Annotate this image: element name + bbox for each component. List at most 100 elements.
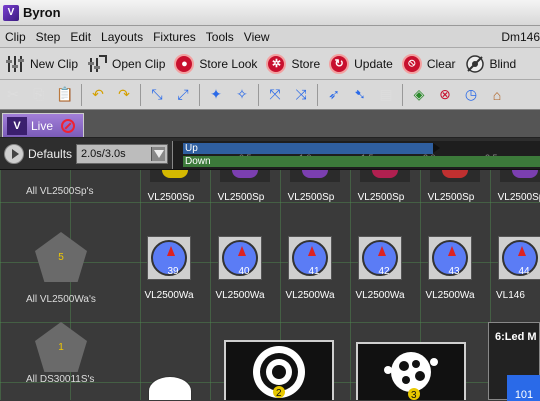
update-button[interactable]: ↻ Update	[324, 49, 397, 79]
led-value-box[interactable]: 101	[507, 375, 540, 401]
window-title: Byron	[23, 5, 61, 20]
tab-bar: V Live	[0, 110, 540, 138]
blind-button[interactable]: Blind	[460, 49, 521, 79]
next-fixture-icon[interactable]: ➶	[323, 84, 345, 106]
wash-fixture[interactable]: 39	[147, 236, 191, 280]
spot-fixture-label: VL2500Sp	[497, 192, 540, 203]
gobo-number: 2	[276, 388, 282, 399]
open-clip-button[interactable]: Open Clip	[82, 49, 169, 79]
spot-fixture[interactable]	[430, 170, 480, 182]
menubar-right-label: Dm146	[501, 29, 540, 44]
led-value: 101	[514, 389, 534, 401]
timer-icon[interactable]: ◷	[460, 84, 482, 106]
wash-fixture-label: VL2500Wa	[285, 290, 335, 301]
highlight-icon[interactable]: ◈	[408, 84, 430, 106]
group-label: All VL2500Wa's	[26, 294, 96, 305]
copy-icon[interactable]: ⎘	[28, 84, 50, 106]
update-label: Update	[354, 56, 393, 71]
clear-icon: ⦸	[401, 53, 423, 75]
fixture-layout-grid[interactable]: All VL2500Sp's VL2500Sp VL2500Sp VL2500S…	[0, 170, 540, 400]
spot-fixture[interactable]	[360, 170, 410, 182]
menu-clip[interactable]: Clip	[0, 30, 31, 44]
spot-fixture[interactable]	[290, 170, 340, 182]
toolbar-separator	[199, 83, 200, 106]
select-invert-icon[interactable]: ⤨	[290, 84, 312, 106]
menu-layouts[interactable]: Layouts	[96, 30, 148, 44]
byron-app-icon: V	[3, 4, 19, 21]
undo-icon[interactable]: ↶	[87, 84, 109, 106]
track-up[interactable]: Up	[183, 143, 440, 154]
edit-toolbar: ✂ ⎘ 📋 ↶ ↷ ⤡ ⤢ ✦ ✧ ⤧ ⤨ ➶ ➷ ▤ ◈ ⊗ ◷ ⌂	[0, 80, 540, 110]
blind-icon	[464, 53, 486, 75]
paste-icon[interactable]: 📋	[54, 84, 76, 106]
led-panel-title: 6:Led M	[495, 331, 537, 343]
group-label: All DS30011S's	[26, 374, 95, 385]
store-button[interactable]: ✲ Store	[261, 49, 324, 79]
menu-fixtures[interactable]: Fixtures	[148, 30, 201, 44]
fade-time-select[interactable]: 2.0s/3.0s	[76, 144, 168, 164]
menu-edit[interactable]: Edit	[65, 30, 96, 44]
wash-fixture[interactable]: 42	[358, 236, 402, 280]
group-number: 1	[58, 341, 64, 353]
chevron-down-icon[interactable]	[151, 147, 165, 161]
clear-label: Clear	[426, 56, 456, 71]
wash-fixture-label: VL146	[496, 290, 525, 301]
new-clip-icon	[4, 53, 26, 75]
spot-fixture[interactable]	[220, 170, 270, 182]
spot-fixture[interactable]	[500, 170, 540, 182]
toolbar-separator	[258, 83, 259, 106]
open-clip-icon	[86, 53, 108, 75]
prev-fixture-icon[interactable]: ➷	[349, 84, 371, 106]
wash-fixture-label: VL2500Wa	[144, 290, 194, 301]
fixture-number: 41	[308, 266, 320, 277]
clear-button[interactable]: ⦸ Clear	[397, 49, 460, 79]
close-tab-icon[interactable]	[61, 118, 76, 133]
wash-fixture[interactable]: 41	[288, 236, 332, 280]
toolbar-separator	[140, 83, 141, 106]
gobo-pattern-icon: 3	[384, 352, 438, 400]
led-panel[interactable]: 6:Led M 101	[488, 322, 540, 401]
redo-icon[interactable]: ↷	[113, 84, 135, 106]
track-down[interactable]: Down	[183, 156, 540, 167]
select-none-icon[interactable]: ⤢	[172, 84, 194, 106]
new-clip-label: New Clip	[30, 56, 79, 71]
menu-step[interactable]: Step	[31, 30, 66, 44]
group-pentagon[interactable]: 1	[35, 322, 87, 372]
wash-fixture[interactable]: 43	[428, 236, 472, 280]
select-all-icon[interactable]: ⤡	[146, 84, 168, 106]
group-number: 5	[58, 251, 64, 263]
cut-icon[interactable]: ✂	[2, 84, 24, 106]
toolbar-separator	[402, 83, 403, 106]
spot-fixture[interactable]	[150, 170, 200, 182]
spot-fixture-label: VL2500Sp	[427, 192, 475, 203]
store-look-button[interactable]: ● Store Look	[169, 49, 261, 79]
cue-timeline[interactable]: 0.5s 1.0s 1.5s 2.0s 2.5s Up Down	[172, 141, 540, 169]
play-icon[interactable]	[4, 144, 24, 164]
menu-bar: Clip Step Edit Layouts Fixtures Tools Vi…	[0, 26, 540, 48]
home-icon[interactable]: ⌂	[486, 84, 508, 106]
spot-fixture-label: VL2500Sp	[147, 192, 195, 203]
fixture-sheet-icon[interactable]: ▤	[375, 84, 397, 106]
fixture-clock-icon[interactable]	[148, 376, 192, 400]
select-group-icon[interactable]: ⤧	[264, 84, 286, 106]
group-label: All VL2500Sp's	[26, 186, 94, 197]
select-even-icon[interactable]: ✧	[231, 84, 253, 106]
wash-fixture[interactable]: 44	[498, 236, 540, 280]
fixture-number: 42	[378, 266, 390, 277]
fixture-number: 44	[518, 266, 530, 277]
new-clip-button[interactable]: New Clip	[0, 49, 82, 79]
store-label: Store	[291, 56, 321, 71]
wash-fixture-label: VL2500Wa	[355, 290, 405, 301]
wash-fixture[interactable]: 40	[218, 236, 262, 280]
select-odd-icon[interactable]: ✦	[205, 84, 227, 106]
cancel-icon[interactable]: ⊗	[434, 84, 456, 106]
gobo-fixture[interactable]: 3	[356, 342, 466, 400]
menu-tools[interactable]: Tools	[201, 30, 239, 44]
menu-view[interactable]: View	[239, 30, 275, 44]
store-icon: ✲	[265, 53, 287, 75]
group-pentagon[interactable]: 5	[35, 232, 87, 282]
tab-live[interactable]: V Live	[2, 113, 84, 137]
gobo-fixture[interactable]: 2	[224, 340, 334, 400]
spot-fixture-label: VL2500Sp	[357, 192, 405, 203]
spot-fixture-label: VL2500Sp	[217, 192, 265, 203]
